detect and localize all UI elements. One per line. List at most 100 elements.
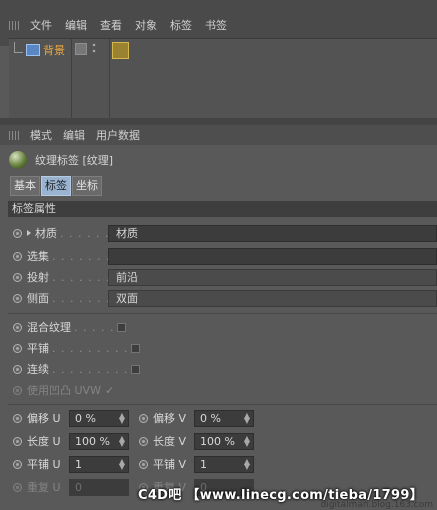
tiles-v-value: 1 bbox=[200, 458, 207, 471]
material-field[interactable]: 材质 bbox=[108, 225, 437, 242]
tiles-u-value: 1 bbox=[75, 458, 82, 471]
use-bump-uvw-label: 使用凹凸 UVW bbox=[27, 384, 101, 397]
material-label: 材质 bbox=[35, 227, 57, 240]
expand-triangle-icon[interactable] bbox=[27, 230, 31, 236]
animate-radio[interactable] bbox=[13, 293, 22, 303]
repeat-u-label: 重复 U bbox=[27, 481, 61, 494]
animate-radio[interactable] bbox=[139, 459, 148, 469]
repeat-u-value: 0 bbox=[75, 481, 82, 494]
menu-bookmarks[interactable]: 书签 bbox=[205, 17, 227, 33]
animate-radio[interactable] bbox=[13, 251, 22, 261]
grip-icon[interactable] bbox=[9, 20, 21, 30]
visibility-dots-icon[interactable] bbox=[92, 42, 96, 54]
side-label: 侧面 bbox=[27, 292, 49, 305]
checkmark-icon: ✓ bbox=[104, 383, 115, 397]
spinner-icon[interactable]: ▲ ▼ bbox=[119, 412, 125, 425]
label-dots: . . . . . . . . . bbox=[52, 341, 129, 355]
menu-user-data[interactable]: 用户数据 bbox=[96, 127, 140, 143]
menu-objects[interactable]: 对象 bbox=[135, 17, 157, 33]
tag-header: 纹理标签 [纹理] bbox=[9, 150, 113, 170]
length-v-label: 长度 V bbox=[153, 435, 187, 448]
texture-tag-icon[interactable] bbox=[112, 42, 129, 59]
tiles-v-label: 平铺 V bbox=[153, 458, 187, 471]
offset-v-label: 偏移 V bbox=[153, 412, 187, 425]
selection-field[interactable] bbox=[108, 248, 437, 265]
texture-tag-icon bbox=[9, 151, 27, 169]
animate-radio[interactable] bbox=[139, 413, 148, 423]
animate-radio[interactable] bbox=[13, 364, 22, 374]
tiles-u-row: 平铺 U bbox=[13, 455, 61, 473]
animate-radio[interactable] bbox=[13, 436, 22, 446]
tiles-v-field[interactable]: 1 ▲ ▼ bbox=[194, 456, 254, 473]
menu-edit[interactable]: 编辑 bbox=[63, 127, 85, 143]
animate-radio[interactable] bbox=[13, 322, 22, 332]
tiles-u-field[interactable]: 1 ▲ ▼ bbox=[69, 456, 129, 473]
spinner-icon[interactable]: ▲ ▼ bbox=[244, 458, 250, 471]
menu-file[interactable]: 文件 bbox=[30, 17, 52, 33]
tab-basic[interactable]: 基本 bbox=[10, 176, 40, 196]
repeat-u-field: 0 bbox=[69, 479, 129, 496]
repeat-u-row: 重复 U bbox=[13, 478, 61, 496]
length-u-field[interactable]: 100 % ▲ ▼ bbox=[69, 433, 129, 450]
offset-v-field[interactable]: 0 % ▲ ▼ bbox=[194, 410, 254, 427]
blog-credit: digitalman.blog.163.com bbox=[320, 500, 433, 510]
side-dropdown[interactable]: 双面 bbox=[108, 290, 437, 307]
animate-radio[interactable] bbox=[139, 436, 148, 446]
spinner-icon[interactable]: ▲ ▼ bbox=[119, 435, 125, 448]
menu-mode[interactable]: 模式 bbox=[30, 127, 52, 143]
material-row: 材质 . . . . . . . bbox=[13, 224, 118, 242]
attribute-tabs: 基本 标签 坐标 bbox=[10, 176, 103, 196]
object-name[interactable]: 背景 bbox=[43, 42, 65, 58]
divider bbox=[8, 313, 437, 314]
spinner-icon[interactable]: ▲ ▼ bbox=[244, 435, 250, 448]
menu-view[interactable]: 查看 bbox=[100, 17, 122, 33]
length-v-row: 长度 V bbox=[139, 432, 186, 450]
tab-coordinates[interactable]: 坐标 bbox=[72, 176, 102, 196]
tile-checkbox[interactable] bbox=[131, 343, 141, 353]
object-name-column: 背景 bbox=[9, 39, 72, 119]
tag-title: 纹理标签 [纹理] bbox=[35, 154, 114, 167]
animate-radio[interactable] bbox=[13, 272, 22, 282]
background-object-icon bbox=[26, 44, 40, 56]
length-v-field[interactable]: 100 % ▲ ▼ bbox=[194, 433, 254, 450]
animate-radio bbox=[13, 385, 22, 395]
tile-row: 平铺 . . . . . . . . . bbox=[13, 339, 141, 357]
divider bbox=[8, 404, 437, 405]
seamless-checkbox[interactable] bbox=[131, 364, 141, 374]
length-u-label: 长度 U bbox=[27, 435, 61, 448]
grip-icon[interactable] bbox=[9, 130, 21, 140]
animate-radio bbox=[13, 482, 22, 492]
section-header: 标签属性 bbox=[8, 201, 437, 217]
mix-textures-row: 混合纹理 . . . . . bbox=[13, 318, 127, 336]
object-row-background[interactable]: 背景 bbox=[9, 41, 65, 58]
length-v-value: 100 % bbox=[200, 435, 235, 448]
spinner-icon[interactable]: ▲ ▼ bbox=[119, 458, 125, 471]
spinner-icon[interactable]: ▲ ▼ bbox=[244, 412, 250, 425]
mix-textures-label: 混合纹理 bbox=[27, 321, 71, 334]
tiles-v-row: 平铺 V bbox=[139, 455, 186, 473]
tab-tag[interactable]: 标签 bbox=[41, 176, 71, 196]
offset-u-field[interactable]: 0 % ▲ ▼ bbox=[69, 410, 129, 427]
menu-tags[interactable]: 标签 bbox=[170, 17, 192, 33]
tree-connector bbox=[14, 41, 23, 53]
projection-label: 投射 bbox=[27, 271, 49, 284]
projection-dropdown[interactable]: 前沿 bbox=[108, 269, 437, 286]
offset-u-value: 0 % bbox=[75, 412, 96, 425]
seamless-label: 连续 bbox=[27, 363, 49, 376]
mix-textures-checkbox[interactable] bbox=[117, 322, 127, 332]
animate-radio[interactable] bbox=[13, 228, 22, 238]
seamless-row: 连续 . . . . . . . . . bbox=[13, 360, 141, 378]
animate-radio[interactable] bbox=[13, 459, 22, 469]
attribute-manager-menubar: 模式 编辑 用户数据 bbox=[0, 125, 437, 145]
menubar-row: 文件 编辑 查看 对象 标签 书签 bbox=[9, 17, 240, 33]
layer-flag-icon[interactable] bbox=[75, 43, 87, 55]
menu-edit[interactable]: 编辑 bbox=[65, 17, 87, 33]
offset-v-row: 偏移 V bbox=[139, 409, 186, 427]
selection-label: 选集 bbox=[27, 250, 49, 263]
label-dots: . . . . . bbox=[74, 320, 115, 334]
animate-radio[interactable] bbox=[13, 343, 22, 353]
length-u-row: 长度 U bbox=[13, 432, 61, 450]
offset-u-row: 偏移 U bbox=[13, 409, 61, 427]
tile-label: 平铺 bbox=[27, 342, 49, 355]
animate-radio[interactable] bbox=[13, 413, 22, 423]
